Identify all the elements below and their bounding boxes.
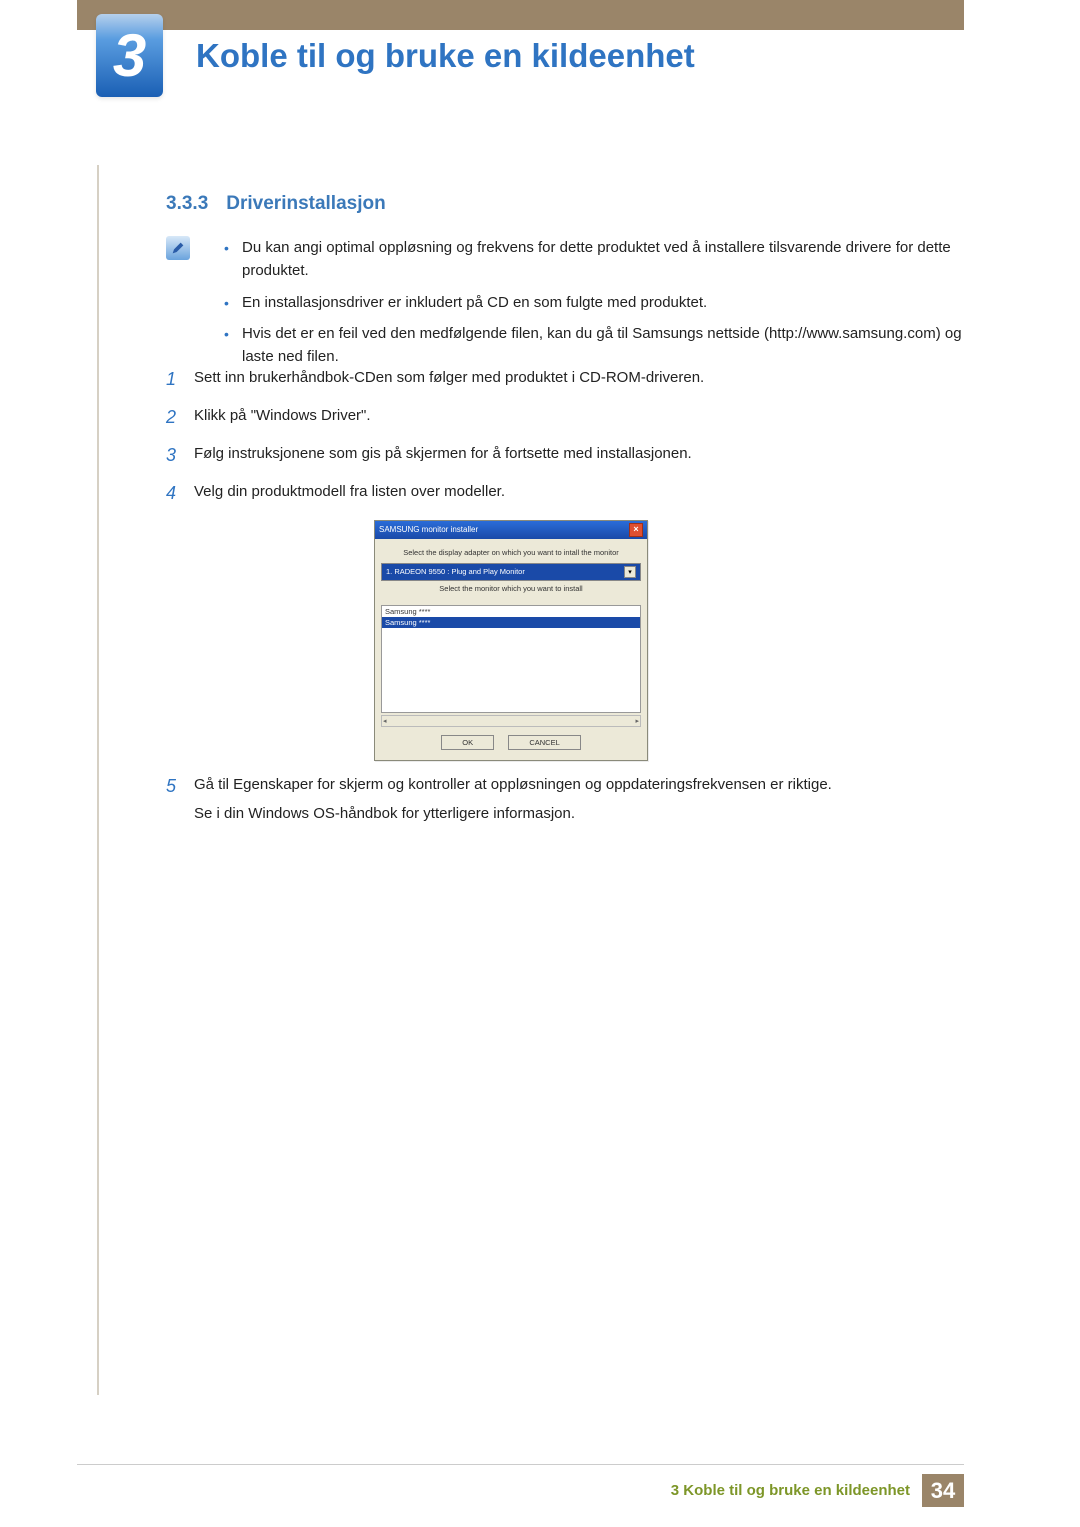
installer-titlebar: SAMSUNG monitor installer × <box>375 521 647 539</box>
note-icon <box>166 236 190 260</box>
step-number: 5 <box>166 773 194 826</box>
monitor-list[interactable]: Samsung **** Samsung **** <box>381 605 641 713</box>
installer-body: Select the display adapter on which you … <box>375 539 647 760</box>
page-number: 34 <box>922 1474 964 1507</box>
step-item: 2 Klikk på "Windows Driver". <box>166 404 966 432</box>
footer: 3 Koble til og bruke en kildeenhet 34 <box>671 1474 964 1507</box>
step-text: Følg instruksjonene som gis på skjermen … <box>194 442 966 470</box>
header-bar <box>77 0 964 30</box>
adapter-selected: 1. RADEON 9550 : Plug and Play Monitor <box>386 567 525 576</box>
left-rule <box>97 165 99 1395</box>
close-icon[interactable]: × <box>629 523 643 537</box>
step-text-line: Se i din Windows OS-håndbok for ytterlig… <box>194 802 966 825</box>
footer-rule <box>77 1464 964 1465</box>
step-text: Gå til Egenskaper for skjerm og kontroll… <box>194 773 966 826</box>
chevron-down-icon[interactable]: ▾ <box>624 566 636 578</box>
chapter-title: Koble til og bruke en kildeenhet <box>196 37 695 75</box>
info-bullet: Hvis det er en feil ved den medfølgende … <box>224 322 966 369</box>
step-text: Klikk på "Windows Driver". <box>194 404 966 432</box>
cancel-button[interactable]: CANCEL <box>508 735 580 750</box>
step-item: 1 Sett inn brukerhåndbok-CDen som følger… <box>166 366 966 394</box>
adapter-label: Select the display adapter on which you … <box>381 545 641 563</box>
step-text: Velg din produktmodell fra listen over m… <box>194 480 966 508</box>
step-number: 2 <box>166 404 194 432</box>
scroll-right-icon[interactable]: ▸ <box>635 717 639 725</box>
step-text: Sett inn brukerhåndbok-CDen som følger m… <box>194 366 966 394</box>
installer-button-row: OK CANCEL <box>381 727 641 754</box>
step-number: 4 <box>166 480 194 508</box>
list-item[interactable]: Samsung **** <box>382 617 640 628</box>
step-item: 4 Velg din produktmodell fra listen over… <box>166 480 966 508</box>
installer-window: SAMSUNG monitor installer × Select the d… <box>374 520 648 761</box>
section-heading: 3.3.3 Driverinstallasjon <box>166 193 386 215</box>
info-block: Du kan angi optimal oppløsning og frekve… <box>166 236 966 376</box>
scroll-left-icon[interactable]: ◂ <box>383 717 387 725</box>
monitor-label: Select the monitor which you want to ins… <box>381 581 641 599</box>
info-bullet: Du kan angi optimal oppløsning og frekve… <box>224 236 966 283</box>
section-title-text: Driverinstallasjon <box>226 193 385 214</box>
step-item: 3 Følg instruksjonene som gis på skjerme… <box>166 442 966 470</box>
ok-button[interactable]: OK <box>441 735 494 750</box>
chapter-number-box: 3 <box>96 14 163 97</box>
list-item[interactable]: Samsung **** <box>382 606 640 617</box>
step-number: 1 <box>166 366 194 394</box>
step-number: 3 <box>166 442 194 470</box>
installer-title-text: SAMSUNG monitor installer <box>379 525 478 534</box>
footer-chapter-text: 3 Koble til og bruke en kildeenhet <box>671 1482 910 1499</box>
steps-list: 1 Sett inn brukerhåndbok-CDen som følger… <box>166 366 966 835</box>
step-item: 5 Gå til Egenskaper for skjerm og kontro… <box>166 773 966 826</box>
horizontal-scrollbar[interactable]: ◂ ▸ <box>381 715 641 727</box>
step-text-line: Gå til Egenskaper for skjerm og kontroll… <box>194 773 966 796</box>
section-number: 3.3.3 <box>166 193 208 214</box>
info-list: Du kan angi optimal oppløsning og frekve… <box>224 236 966 368</box>
info-bullet: En installasjonsdriver er inkludert på C… <box>224 291 966 314</box>
adapter-dropdown[interactable]: 1. RADEON 9550 : Plug and Play Monitor ▾ <box>381 563 641 581</box>
